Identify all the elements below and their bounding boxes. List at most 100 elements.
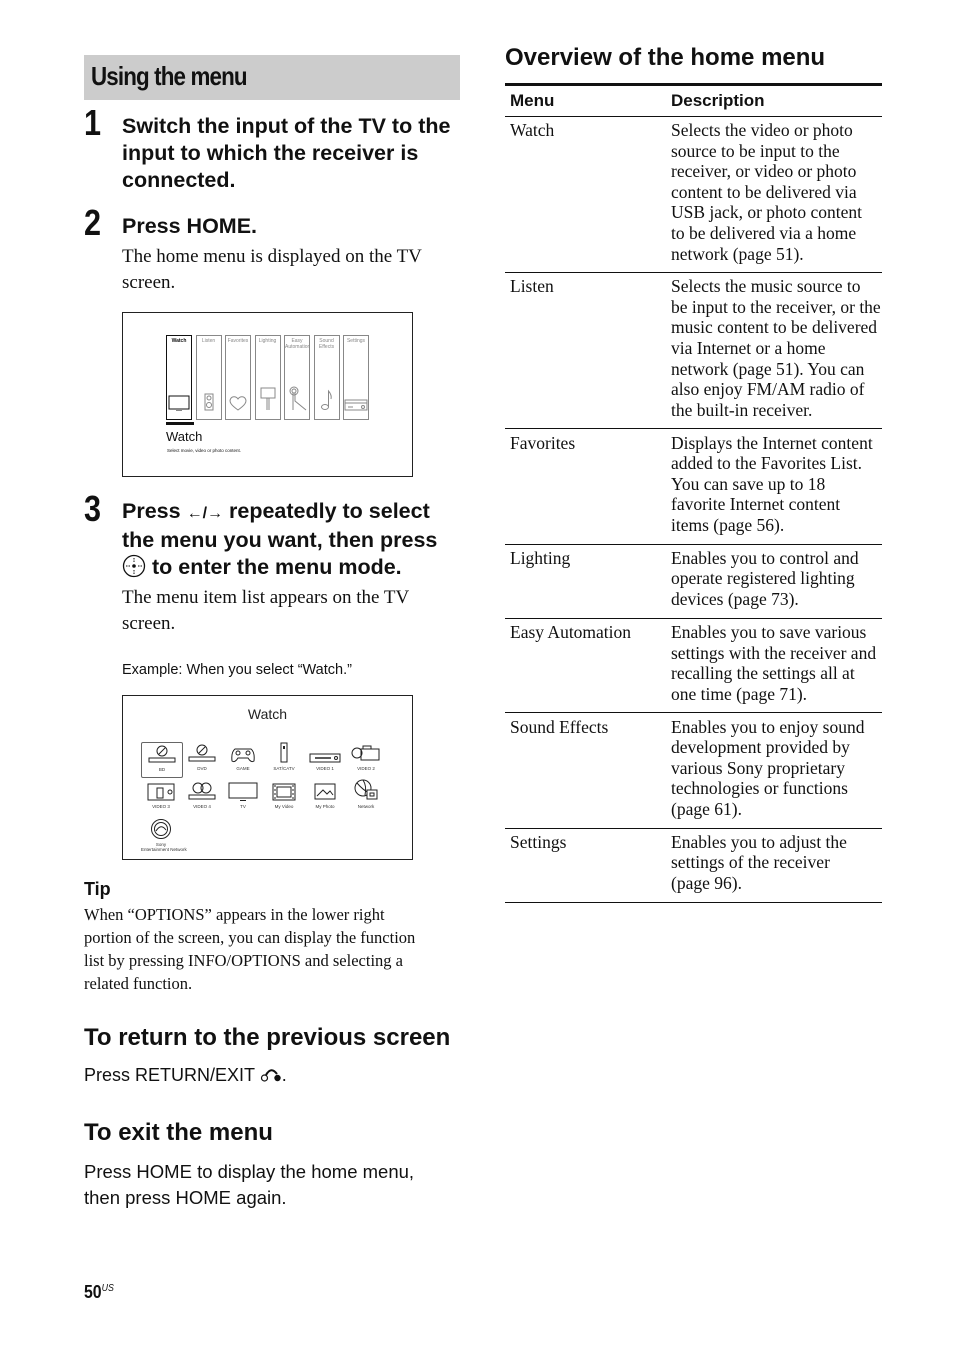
section-header: Using the menu	[84, 55, 460, 100]
home-menu-item-label: Settings	[346, 338, 366, 344]
column-header-menu: Menu	[510, 91, 555, 110]
settop-box-icon	[264, 742, 304, 764]
watch-item-label: SAT/CATV	[273, 766, 295, 771]
description-line: recalling the settings all at	[671, 663, 855, 684]
tip-line: When “OPTIONS” appears in the lower righ…	[84, 905, 385, 924]
step-3-body-line: The menu item list appears on the TV	[122, 587, 410, 608]
home-menu-item-listen[interactable]: Listen	[195, 335, 222, 420]
watch-item-label: DVD	[197, 766, 207, 771]
table-row: Settings Enables you to adjust the setting…	[505, 829, 882, 903]
table-row: Lighting Enables you to control and operat…	[505, 545, 882, 619]
menu-cell: Lighting	[510, 547, 571, 568]
enter-button-icon	[122, 554, 146, 585]
lamp-icon	[256, 387, 280, 411]
tv-icon	[167, 395, 191, 411]
description-line: settings of the receiver	[671, 852, 830, 873]
touch-icon	[285, 385, 309, 411]
vcr-icon	[305, 742, 345, 764]
home-menu-item-sound-effects[interactable]: Sound Effects	[313, 335, 340, 420]
description-line: various Sony proprietary	[671, 757, 845, 778]
device-icon	[141, 780, 181, 802]
table-row: Watch Selects the video or photo source to…	[505, 117, 882, 273]
tip-line: portion of the screen, you can display t…	[84, 928, 416, 947]
watch-item-network[interactable]: Network	[346, 779, 386, 814]
watch-item-dvd[interactable]: DVD	[182, 742, 222, 776]
step-3-number: 3	[84, 488, 102, 529]
home-menu-item-lighting[interactable]: Lighting	[254, 335, 281, 420]
watch-item-video-4[interactable]: VIDEO 4	[182, 780, 222, 814]
watch-item-label: VIDEO 4	[193, 804, 211, 809]
camcorder-icon	[346, 742, 386, 764]
description-line: one time (page 71).	[671, 683, 808, 704]
home-menu-item-settings[interactable]: Settings	[343, 335, 369, 420]
selected-menu-desc: Select movie, video or photo content.	[167, 448, 242, 453]
watch-item-bd[interactable]: BD	[141, 742, 183, 778]
step-2-title: Press HOME.	[122, 214, 258, 238]
home-menu-screenshot: Watch Listen Favorites Lighting Easy Automati…	[122, 312, 413, 477]
step-1-line: Switch the input of the TV to the	[122, 114, 451, 138]
photo-icon	[305, 780, 345, 802]
home-menu-item-label: Easy Automation	[285, 338, 311, 350]
description-line: added to the Favorites List.	[671, 453, 863, 474]
watch-item-sat-catv[interactable]: SAT/CATV	[264, 742, 304, 776]
watch-item-my-photo[interactable]: My Photo	[305, 780, 345, 814]
receiver-icon	[344, 399, 368, 411]
table-row: Easy Automation Enables you to save vario…	[505, 619, 882, 714]
watch-item-tv[interactable]: TV	[223, 780, 263, 814]
description-line: via Internet or a home	[671, 338, 826, 359]
step-3-line: to enter the menu mode.	[122, 554, 467, 585]
watch-item-label: TV	[240, 804, 246, 809]
watch-item-label: BD	[158, 767, 166, 772]
description-line: items (page 56).	[671, 514, 785, 535]
section-title: Using the menu	[91, 61, 248, 91]
description-line: source to be input to the	[671, 140, 840, 161]
watch-item-sony-entertainment-network[interactable]: Sony Entertainment Network	[141, 818, 187, 852]
menu-cell: Favorites	[510, 432, 576, 453]
bd-player-icon	[142, 743, 182, 765]
description-line: (page 96).	[671, 872, 742, 893]
description-line: receiver, or video or photo	[671, 161, 857, 182]
step-3-line: the menu you want, then press	[122, 528, 438, 552]
description-line: settings with the receiver and	[671, 642, 877, 663]
return-icon	[260, 1067, 282, 1088]
watch-item-video-1[interactable]: VIDEO 1	[305, 742, 345, 776]
description-line: Enables you to adjust the	[671, 831, 847, 852]
menu-cell: Watch	[510, 120, 555, 140]
watch-item-game[interactable]: GAME	[223, 742, 263, 776]
step-3-body: The menu item list appears on the TV scr…	[122, 585, 467, 636]
region-code: US	[101, 1283, 114, 1294]
heart-icon	[226, 395, 250, 411]
gamepad-icon	[223, 742, 263, 764]
exit-heading: To exit the menu	[84, 1119, 273, 1146]
watch-item-label: GAME	[236, 766, 250, 771]
home-menu-item-watch[interactable]: Watch	[166, 335, 192, 420]
watch-item-label: Network	[357, 804, 375, 809]
watch-item-label: VIDEO 1	[316, 766, 334, 771]
step-2-number: 2	[84, 202, 102, 243]
watch-item-video-2[interactable]: VIDEO 2	[346, 742, 386, 776]
watch-screenshot: Watch BD DVD GAME SAT/CATV VIDEO 1 VIDEO 2 VID…	[122, 695, 413, 860]
exit-body: Press HOME to display the home menu, the…	[84, 1159, 414, 1210]
description-line: Displays the Internet content	[671, 432, 873, 453]
description-line: the built-in receiver.	[671, 399, 813, 420]
overview-heading: Overview of the home menu	[505, 44, 826, 71]
step-2-body-line: The home menu is displayed on the TV	[122, 246, 422, 267]
home-menu-item-favorites[interactable]: Favorites	[225, 335, 251, 420]
example-caption: Example: When you select “Watch.”	[122, 662, 352, 678]
watch-item-label: VIDEO 2	[357, 766, 375, 771]
sen-icon	[141, 818, 181, 840]
exit-line: Press HOME to display the home menu,	[84, 1161, 415, 1182]
description-line: also enjoy FM/AM radio of	[671, 379, 865, 400]
watch-item-video-3[interactable]: VIDEO 3	[141, 780, 181, 814]
watch-item-my-video[interactable]: My Video	[264, 780, 304, 814]
description-line: Enables you to control and	[671, 547, 859, 568]
menu-cell: Sound Effects	[510, 716, 609, 737]
description-line: network (page 51). You can	[671, 358, 865, 379]
description-line: to be delivered via a home	[671, 222, 857, 243]
selected-menu-title: Watch	[166, 429, 203, 444]
home-menu-item-label: Watch	[171, 338, 187, 344]
tv-icon	[223, 780, 263, 802]
home-menu-item-easy-automation[interactable]: Easy Automation	[284, 335, 310, 420]
disc-player-icon	[182, 780, 222, 802]
watch-item-label: VIDEO 3	[152, 804, 170, 809]
